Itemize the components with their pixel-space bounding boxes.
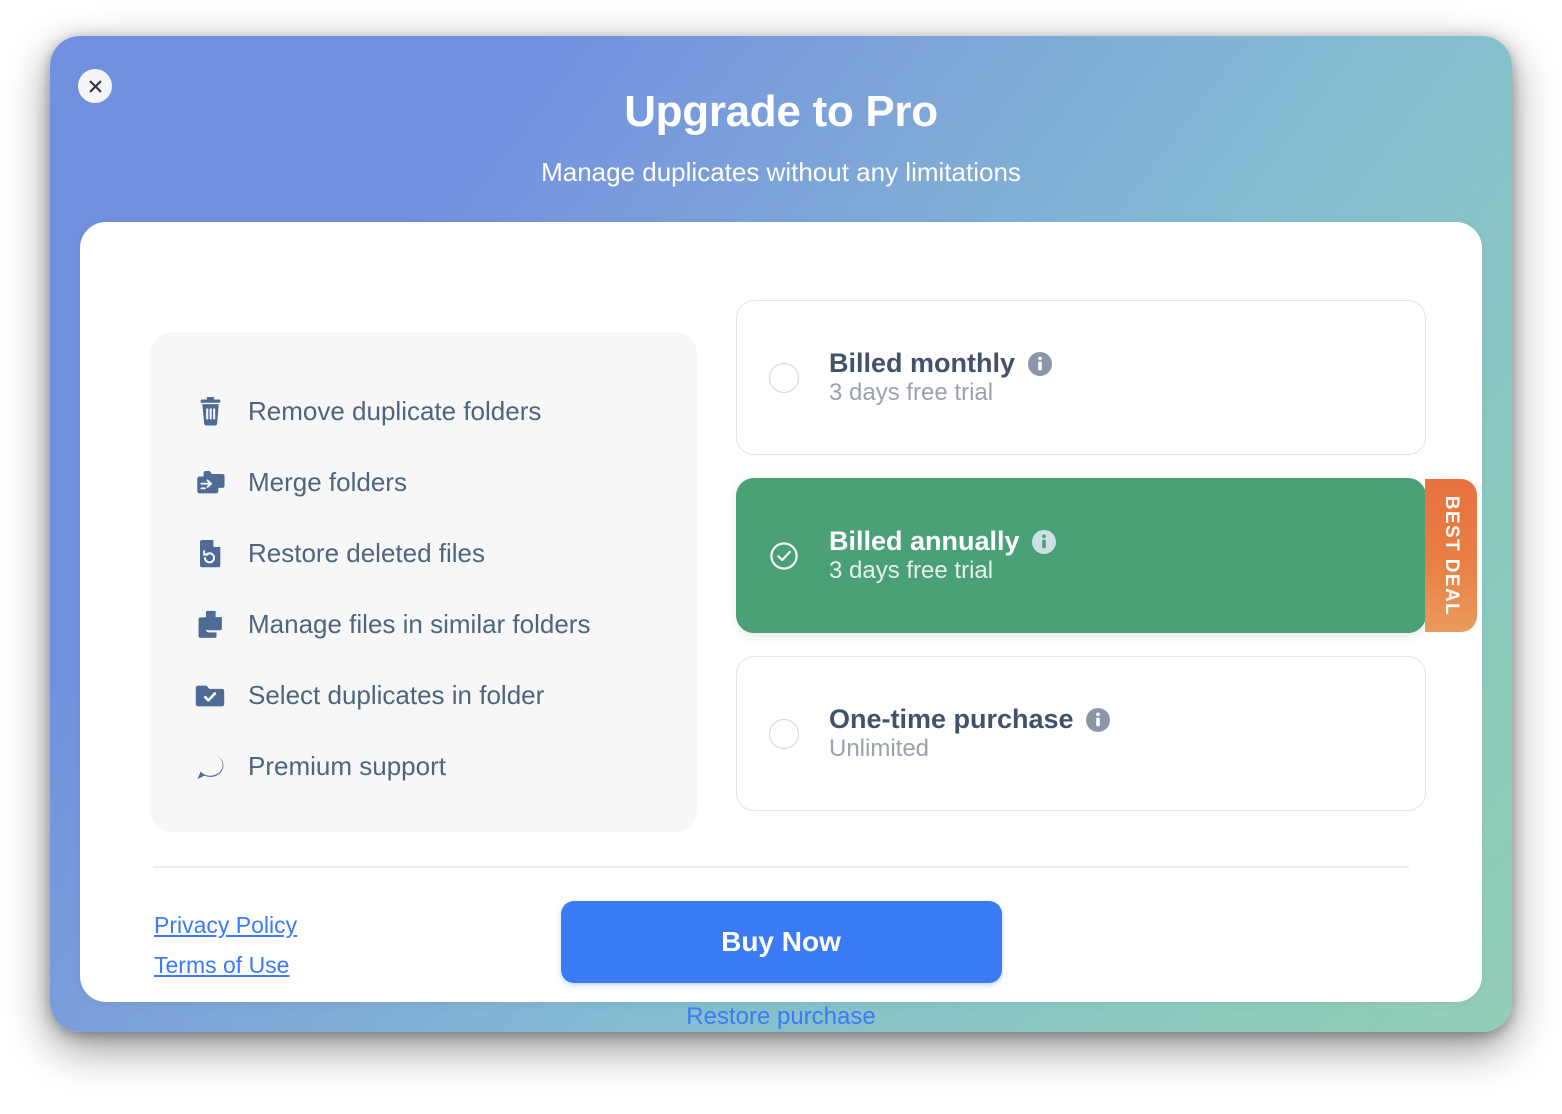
feature-label: Remove duplicate folders [248,396,542,427]
plan-subtitle: 3 days free trial [829,557,994,585]
screen: Upgrade to Pro Manage duplicates without… [0,0,1562,1114]
trash-icon [193,395,227,429]
best-deal-badge: BEST DEAL [1425,479,1477,632]
feature-label: Manage files in similar folders [248,609,591,640]
list-item: Select duplicates in folder [193,660,677,731]
plan-subtitle: Unlimited [829,735,930,763]
buy-now-button[interactable]: Buy Now [560,901,1002,983]
plan-title-row: Billed monthly [829,348,1053,379]
feature-label: Merge folders [248,467,407,498]
folder-check-icon [193,679,227,713]
page-title: Upgrade to Pro [624,87,938,136]
info-icon[interactable] [1031,528,1058,555]
list-item: Manage files in similar folders [193,589,677,660]
plan-text: Billed monthly 3 days free trial [829,348,1053,407]
radio-unchecked-icon[interactable] [767,361,801,395]
plan-option-monthly[interactable]: Billed monthly 3 days free trial [736,300,1426,455]
plan-title-row: Billed annually [829,526,1058,557]
support-star-icon [193,750,227,784]
plan-title: One-time purchase [829,704,1074,735]
info-icon[interactable] [1026,350,1053,377]
page-subtitle: Manage duplicates without any limitation… [541,157,1021,187]
list-item: Merge folders [193,447,677,518]
dialog-header: Upgrade to Pro Manage duplicates without… [50,36,1512,188]
radio-unchecked-icon[interactable] [767,717,801,751]
list-item: Remove duplicate folders [193,376,677,447]
content-card: Remove duplicate folders Merge folders R… [80,222,1482,1030]
feature-label: Premium support [248,751,446,782]
plan-text: One-time purchase Unlimited [829,704,1112,763]
radio-checked-icon[interactable] [767,539,801,573]
plan-option-onetime[interactable]: One-time purchase Unlimited [736,656,1426,811]
list-item: Premium support [193,731,677,802]
plan-option-annually[interactable]: Billed annually 3 days free trial BEST D… [736,478,1477,633]
status-badge: BEST DEAL [1441,495,1462,616]
close-icon [88,79,103,94]
upgrade-dialog: Upgrade to Pro Manage duplicates without… [50,36,1512,1032]
cta-group: Buy Now Restore purchase [80,866,1482,1031]
restore-file-icon [193,537,227,571]
features-list: Remove duplicate folders Merge folders R… [193,376,677,802]
info-icon[interactable] [1085,706,1112,733]
restore-purchase-link[interactable]: Restore purchase [686,1003,875,1031]
copy-files-icon [193,608,227,642]
feature-label: Restore deleted files [248,538,486,569]
card-body: Remove duplicate folders Merge folders R… [80,222,1482,866]
dialog-footer: Privacy Policy Terms of Use Buy Now Rest… [80,866,1482,1030]
plans-list: Billed monthly 3 days free trial Billed … [736,300,1477,811]
plan-title-row: One-time purchase [829,704,1112,735]
list-item: Restore deleted files [193,518,677,589]
feature-label: Select duplicates in folder [248,680,545,711]
plan-title: Billed annually [829,526,1020,557]
merge-folders-icon [193,466,227,500]
plan-text: Billed annually 3 days free trial [829,526,1058,585]
plan-subtitle: 3 days free trial [829,379,994,407]
plan-title: Billed monthly [829,348,1016,379]
close-button[interactable] [78,69,112,103]
features-panel: Remove duplicate folders Merge folders R… [150,332,697,832]
